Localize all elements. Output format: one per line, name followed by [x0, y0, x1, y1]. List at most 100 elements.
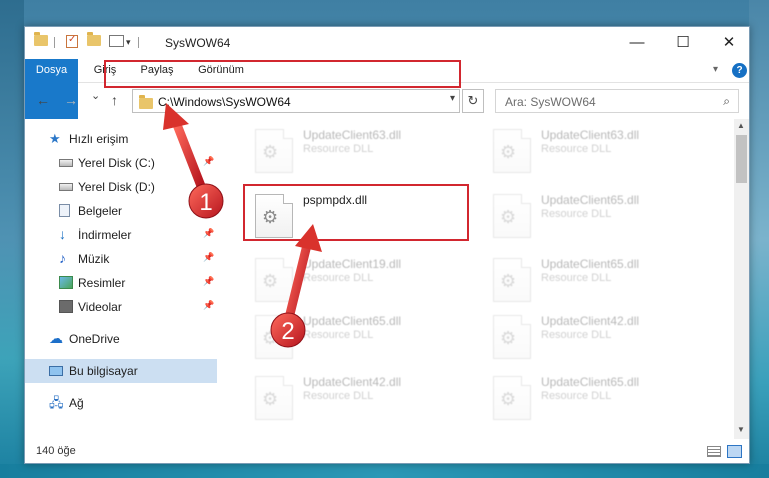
- sidebar-item-music[interactable]: ♪ Müzik 📌: [25, 247, 217, 271]
- dll-file-icon: ⚙: [493, 376, 531, 420]
- status-bar: 140 öğe: [25, 441, 749, 463]
- sidebar-item-label: Müzik: [78, 252, 110, 266]
- file-description: Resource DLL: [541, 272, 612, 284]
- pin-icon: 📌: [203, 156, 215, 166]
- scrollbar-thumb[interactable]: [736, 135, 747, 183]
- star-icon: ★: [49, 131, 61, 146]
- window-title: SysWOW64: [165, 36, 231, 50]
- sidebar-item-local-disk-c[interactable]: Yerel Disk (C:) 📌: [25, 151, 217, 175]
- recent-locations-button[interactable]: ⌄: [91, 89, 100, 102]
- file-description: Resource DLL: [303, 390, 374, 402]
- dll-file-icon: ⚙: [493, 194, 531, 238]
- file-description: Resource DLL: [541, 143, 612, 155]
- address-dropdown-icon[interactable]: ▾: [450, 93, 455, 104]
- sidebar-item-label: Ağ: [69, 396, 84, 410]
- chevron-down-icon[interactable]: ▾: [713, 64, 718, 75]
- file-description: Resource DLL: [541, 329, 612, 341]
- file-description: Resource DLL: [303, 143, 374, 155]
- file-name: UpdateClient63.dll: [541, 128, 640, 142]
- sidebar-item-label: İndirmeler: [78, 228, 132, 242]
- scroll-down-icon[interactable]: ▼: [737, 425, 745, 434]
- file-name: UpdateClient42.dll: [541, 314, 640, 328]
- file-item[interactable]: ⚙ UpdateClient63.dll Resource DLL: [485, 121, 705, 181]
- large-icons-view-icon[interactable]: [727, 445, 742, 458]
- file-item[interactable]: ⚙ UpdateClient65.dll Resource DLL: [247, 307, 467, 367]
- file-item[interactable]: ⚙ UpdateClient42.dll Resource DLL: [485, 307, 705, 367]
- file-item[interactable]: ⚙ UpdateClient65.dll Resource DLL: [485, 186, 705, 246]
- file-item[interactable]: ⚙ UpdateClient63.dll Resource DLL: [247, 121, 467, 181]
- item-count: 140 öğe: [36, 445, 76, 457]
- details-view-icon[interactable]: [707, 446, 721, 457]
- computer-icon: [49, 366, 63, 376]
- back-button[interactable]: ←: [36, 92, 50, 108]
- vertical-scrollbar[interactable]: ▲ ▼: [734, 119, 749, 439]
- sidebar-item-local-disk-d[interactable]: Yerel Disk (D:): [25, 175, 217, 199]
- file-name: UpdateClient65.dll: [541, 257, 640, 271]
- file-highlight-box: [243, 184, 469, 241]
- disk-icon: [59, 183, 73, 191]
- quick-access-dropdown-icon[interactable]: ▾: [126, 37, 131, 48]
- dll-file-icon: ⚙: [255, 315, 293, 359]
- pictures-icon: [59, 276, 73, 289]
- sidebar-item-label: Resimler: [78, 276, 126, 290]
- properties-icon[interactable]: [66, 34, 78, 48]
- sidebar-item-quick-access[interactable]: ★ Hızlı erişim: [25, 127, 217, 151]
- sidebar-item-label: Yerel Disk (C:): [78, 156, 155, 170]
- view-icon[interactable]: [109, 35, 124, 47]
- sidebar-item-label: Yerel Disk (D:): [78, 180, 155, 194]
- file-list: ⚙ UpdateClient63.dll Resource DLL ⚙ Upda…: [237, 119, 733, 439]
- address-highlight-box: [104, 60, 461, 88]
- pin-icon: 📌: [203, 252, 215, 262]
- cloud-icon: ☁: [49, 330, 63, 346]
- navigation-pane: ★ Hızlı erişim Yerel Disk (C:) 📌 Yerel D…: [25, 123, 217, 439]
- file-item[interactable]: ⚙ UpdateClient65.dll Resource DLL: [485, 250, 705, 310]
- close-button[interactable]: ✕: [706, 27, 752, 57]
- file-description: Resource DLL: [303, 272, 374, 284]
- pin-icon: 📌: [203, 300, 215, 310]
- up-button[interactable]: ↑: [111, 92, 118, 108]
- sidebar-item-onedrive[interactable]: ☁ OneDrive: [25, 327, 217, 351]
- address-text: C:\Windows\SysWOW64: [158, 95, 291, 109]
- toolbar-separator: [54, 37, 55, 48]
- toolbar-separator: [138, 37, 139, 48]
- downloads-icon: ↓: [59, 226, 66, 242]
- videos-icon: [59, 300, 73, 313]
- file-name: UpdateClient65.dll: [541, 375, 640, 389]
- folder-icon: [34, 32, 48, 46]
- disk-icon: [59, 159, 73, 167]
- sidebar-item-documents[interactable]: Belgeler: [25, 199, 217, 223]
- refresh-button[interactable]: ↻: [462, 89, 484, 113]
- forward-button[interactable]: →: [64, 92, 78, 108]
- file-name: UpdateClient42.dll: [303, 375, 402, 389]
- documents-icon: [59, 204, 70, 217]
- help-icon[interactable]: ?: [732, 63, 747, 78]
- address-bar[interactable]: C:\Windows\SysWOW64 ▾: [132, 89, 460, 113]
- sidebar-item-videos[interactable]: Videolar 📌: [25, 295, 217, 319]
- desktop-background-left: [0, 0, 24, 478]
- file-item[interactable]: ⚙ UpdateClient19.dll Resource DLL: [247, 250, 467, 310]
- maximize-button[interactable]: ☐: [660, 27, 706, 57]
- sidebar-item-label: Belgeler: [78, 204, 123, 218]
- scroll-up-icon[interactable]: ▲: [737, 121, 745, 130]
- search-placeholder: Ara: SysWOW64: [505, 95, 596, 109]
- sidebar-item-downloads[interactable]: ↓ İndirmeler 📌: [25, 223, 217, 247]
- file-description: Resource DLL: [541, 208, 612, 220]
- pin-icon: 📌: [203, 228, 215, 238]
- navigation-bar: ← → ⌄ ↑ C:\Windows\SysWOW64 ▾ ↻ Ara: Sys…: [25, 84, 749, 116]
- minimize-button[interactable]: —: [614, 27, 660, 57]
- dll-file-icon: ⚙: [255, 376, 293, 420]
- search-input[interactable]: Ara: SysWOW64 ⌕: [495, 89, 739, 113]
- dll-file-icon: ⚙: [493, 258, 531, 302]
- sidebar-item-label: Videolar: [78, 300, 122, 314]
- file-description: Resource DLL: [541, 390, 612, 402]
- dll-file-icon: ⚙: [493, 129, 531, 173]
- music-icon: ♪: [59, 250, 66, 266]
- new-folder-icon[interactable]: [87, 32, 101, 46]
- sidebar-item-label: OneDrive: [69, 332, 120, 346]
- sidebar-item-this-pc[interactable]: Bu bilgisayar: [25, 359, 217, 383]
- desktop-background-right: [749, 0, 769, 478]
- sidebar-item-pictures[interactable]: Resimler 📌: [25, 271, 217, 295]
- file-item[interactable]: ⚙ UpdateClient42.dll Resource DLL: [247, 368, 467, 428]
- file-item[interactable]: ⚙ UpdateClient65.dll Resource DLL: [485, 368, 705, 428]
- sidebar-item-network[interactable]: 🖧 Ağ: [25, 391, 217, 415]
